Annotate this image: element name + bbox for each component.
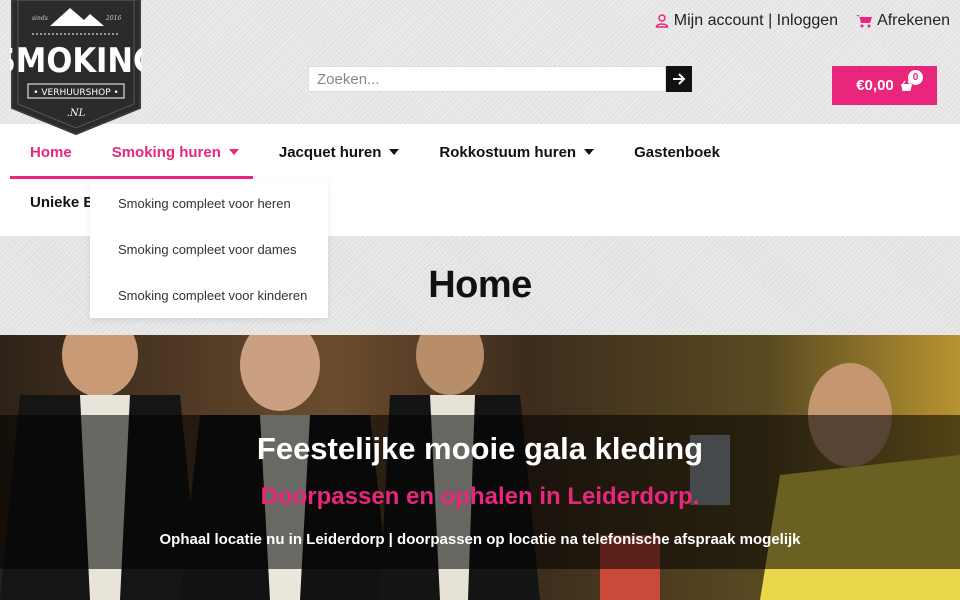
nav-label-home[interactable]: Home: [30, 144, 72, 161]
caret-down-icon: [584, 149, 595, 155]
caret-down-icon: [228, 149, 239, 155]
dropdown-item-kinderen[interactable]: Smoking compleet voor kinderen: [90, 272, 328, 318]
logo-tld-text: .NL: [67, 108, 86, 119]
smoking-huren-dropdown: Smoking compleet voor heren Smoking comp…: [90, 180, 328, 318]
nav-label-smoking-huren[interactable]: Smoking huren: [112, 144, 221, 161]
caret-down-icon: [389, 149, 400, 155]
hero-note: Ophaal locatie nu in Leiderdorp | doorpa…: [159, 531, 801, 548]
cart-total: €0,00: [856, 77, 894, 94]
nav-active-underline: [10, 176, 253, 179]
logo-year-text: 2016: [105, 15, 121, 22]
hero-heading: Feestelijke mooie gala kleding: [256, 431, 704, 466]
nav-label-gastenboek[interactable]: Gastenboek: [634, 144, 720, 161]
logo-name-text: SMOKING: [10, 41, 142, 81]
search-form: [308, 66, 692, 92]
cart-count-badge: 0: [908, 70, 923, 85]
dropdown-item-dames[interactable]: Smoking compleet voor dames: [90, 226, 328, 272]
site-logo[interactable]: sinds 2016 SMOKING • VERHUURSHOP • .NL: [10, 0, 142, 136]
account-bar: Mijn account | Inloggen Afrekenen: [655, 12, 950, 30]
nav-item-unieke[interactable]: Unieke B: [30, 194, 94, 211]
account-link[interactable]: Mijn account | Inloggen: [655, 12, 838, 30]
checkout-label[interactable]: Afrekenen: [877, 12, 950, 30]
dropdown-item-heren[interactable]: Smoking compleet voor heren: [90, 180, 328, 226]
nav-item-gastenboek[interactable]: Gastenboek: [614, 124, 740, 180]
nav-label-jacquet-huren[interactable]: Jacquet huren: [279, 144, 382, 161]
user-icon: [655, 14, 669, 28]
nav-item-jacquet-huren[interactable]: Jacquet huren: [259, 124, 420, 180]
hero-banner: Feestelijke mooie gala kleding Doorpasse…: [0, 335, 960, 600]
cart-button[interactable]: €0,00 0: [832, 66, 937, 105]
nav-item-rokkostuum-huren[interactable]: Rokkostuum huren: [419, 124, 614, 180]
logo-sub-text: • VERHUURSHOP •: [33, 88, 119, 98]
cart-icon: [856, 15, 873, 28]
search-input[interactable]: [308, 66, 666, 92]
logo-since-text: sinds: [32, 15, 48, 22]
arrow-right-icon: [673, 73, 686, 85]
nav-label-rokkostuum-huren[interactable]: Rokkostuum huren: [439, 144, 576, 161]
checkout-link[interactable]: Afrekenen: [856, 12, 950, 30]
search-submit-button[interactable]: [666, 66, 692, 92]
account-label[interactable]: Mijn account | Inloggen: [674, 12, 838, 30]
hero-subheading: Doorpassen en ophalen in Leiderdorp.: [260, 483, 700, 510]
